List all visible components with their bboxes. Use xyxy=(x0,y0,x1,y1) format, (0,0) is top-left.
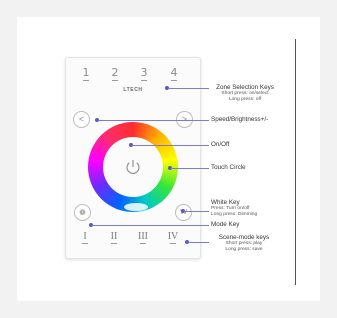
power-icon[interactable] xyxy=(124,158,142,176)
speed-leader xyxy=(98,120,209,121)
mode-label: Mode Key xyxy=(211,221,240,228)
speed-down-button[interactable]: < xyxy=(73,111,90,128)
touch-leader xyxy=(171,168,209,169)
ring-highlight xyxy=(124,203,148,211)
ring-center xyxy=(103,137,163,197)
zone-key-2[interactable]: 2 xyxy=(108,66,122,81)
scene-label: Scene-mode keys Short press: play Long p… xyxy=(218,234,270,252)
scene-leader xyxy=(188,242,209,243)
divider-line xyxy=(295,39,296,285)
white-label: White Key Press: Turn on/off Long press:… xyxy=(211,199,258,217)
speed-label: Speed/Brightness+/- xyxy=(211,116,269,123)
scene-key-1[interactable]: I xyxy=(78,231,92,244)
scene-key-4[interactable]: IV xyxy=(166,231,180,244)
zone-key-4[interactable]: 4 xyxy=(167,66,181,81)
mode-key-button[interactable]: ❁ xyxy=(74,204,91,221)
scene-key-2[interactable]: II xyxy=(107,231,121,244)
zone-selection-label: Zone Selection Keys Short press: on/sele… xyxy=(216,84,274,102)
zone-key-1[interactable]: 1 xyxy=(79,66,93,81)
zone-key-3[interactable]: 3 xyxy=(137,66,151,81)
scene-key-3[interactable]: III xyxy=(136,231,150,244)
onoff-label: On/Off xyxy=(211,141,230,148)
zone-leader xyxy=(168,88,209,89)
mode-leader xyxy=(92,225,209,226)
onoff-leader xyxy=(132,145,209,146)
white-leader xyxy=(184,211,209,212)
touch-label: Touch Circle xyxy=(211,164,246,171)
touch-circle[interactable] xyxy=(88,122,178,212)
flower-icon: ❁ xyxy=(79,208,86,217)
